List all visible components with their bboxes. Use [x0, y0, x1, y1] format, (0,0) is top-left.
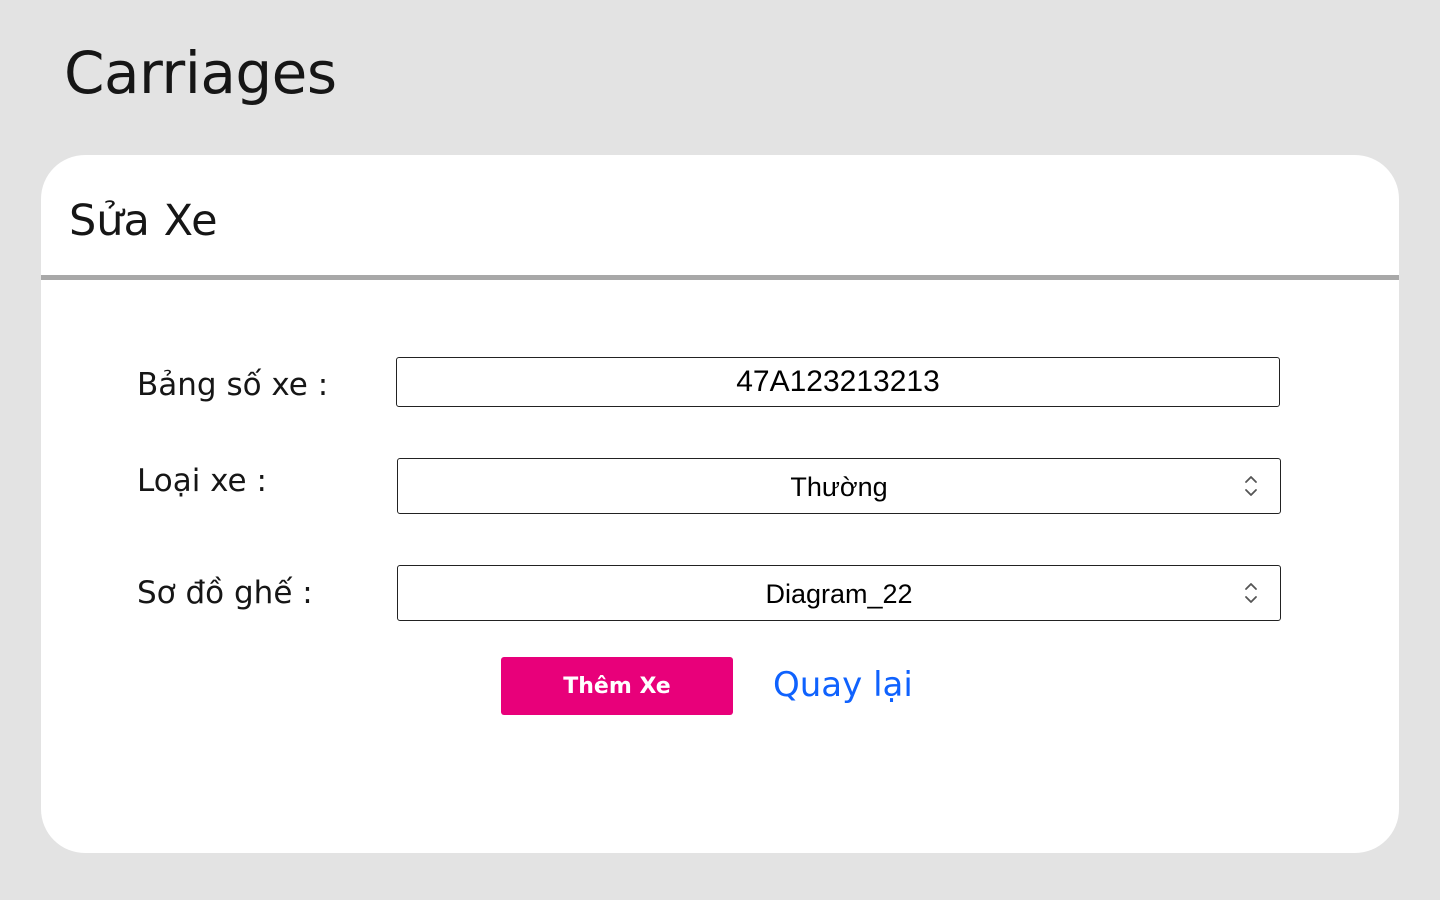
- plate-input[interactable]: [396, 357, 1280, 407]
- type-select[interactable]: Thường: [397, 458, 1281, 514]
- edit-carriage-card: Sửa Xe Bảng số xe : Loại xe : Thường Sơ …: [41, 155, 1399, 853]
- seatmap-label: Sơ đồ ghế :: [137, 575, 313, 611]
- type-label: Loại xe :: [137, 463, 267, 499]
- card-header: Sửa Xe: [41, 155, 1399, 280]
- page-title: Carriages: [64, 39, 337, 107]
- up-down-chevron-icon: [1245, 583, 1257, 603]
- type-select-value: Thường: [790, 471, 888, 502]
- card-title: Sửa Xe: [69, 196, 218, 246]
- seatmap-select[interactable]: Diagram_22: [397, 565, 1281, 621]
- up-down-chevron-icon: [1245, 476, 1257, 496]
- add-carriage-button[interactable]: Thêm Xe: [501, 657, 733, 715]
- back-link[interactable]: Quay lại: [773, 663, 913, 707]
- plate-label: Bảng số xe :: [137, 367, 329, 403]
- seatmap-select-value: Diagram_22: [765, 578, 913, 609]
